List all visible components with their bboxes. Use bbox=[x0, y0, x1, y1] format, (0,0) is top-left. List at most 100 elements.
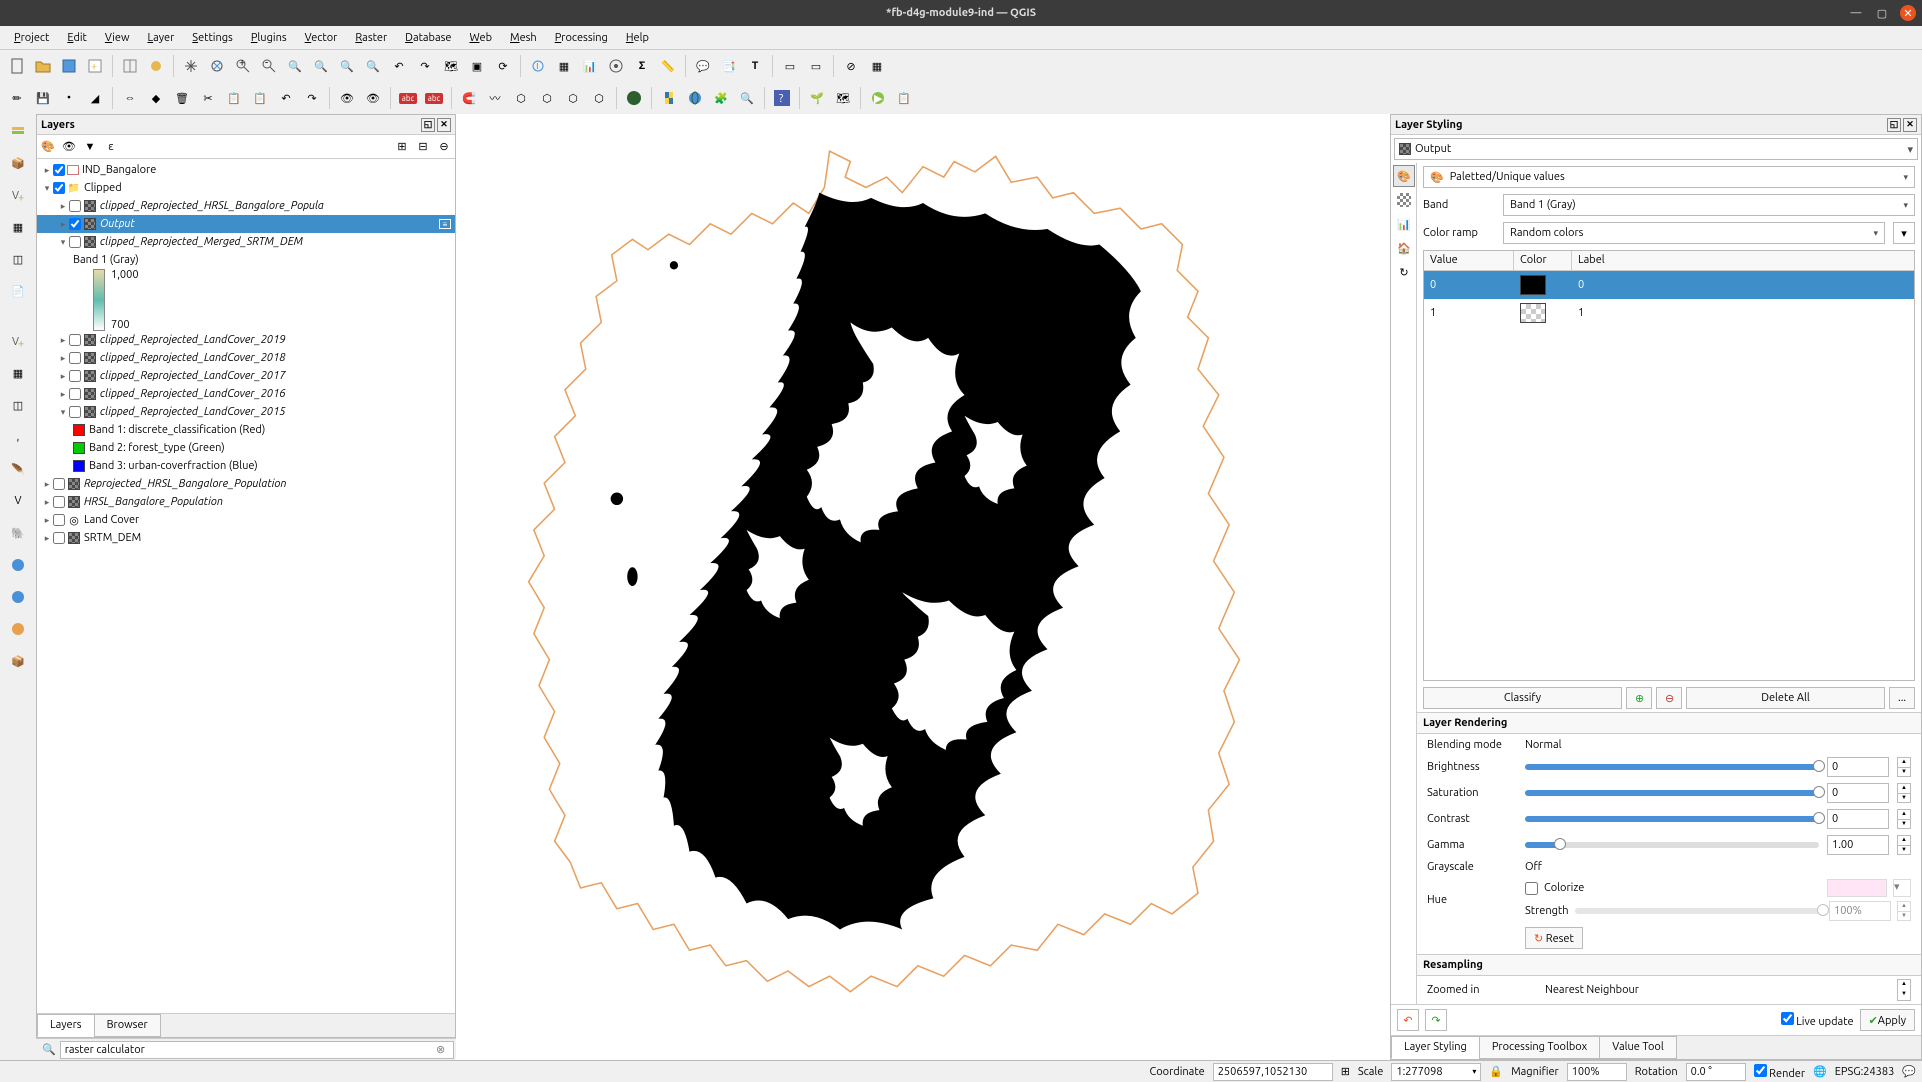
undo-style-button[interactable]: ↶ bbox=[1397, 1009, 1419, 1031]
layer-row[interactable]: ▸Output≡ bbox=[37, 215, 455, 233]
add-mesh-icon[interactable]: ◫ bbox=[5, 392, 31, 418]
tab-processing-toolbox[interactable]: Processing Toolbox bbox=[1479, 1036, 1600, 1059]
layer-row[interactable]: ▸Reprojected_HRSL_Bangalore_Population bbox=[37, 475, 455, 493]
zoom-native-icon[interactable]: 🔍 bbox=[362, 55, 384, 77]
col-value[interactable]: Value bbox=[1424, 251, 1514, 270]
osm-icon[interactable] bbox=[623, 87, 645, 109]
classify-button[interactable]: Classify bbox=[1423, 687, 1622, 709]
new-bookmark-icon[interactable]: 📑 bbox=[718, 55, 740, 77]
color-ramp-menu-button[interactable]: ▾ bbox=[1893, 222, 1915, 244]
menu-layer[interactable]: Layer bbox=[140, 29, 183, 47]
layer-checkbox[interactable] bbox=[53, 478, 65, 490]
add-postgis-icon[interactable]: 🐘 bbox=[5, 520, 31, 546]
grass-tools-icon[interactable]: 🌱 bbox=[806, 87, 828, 109]
zoomed-in-select[interactable]: Nearest Neighbour bbox=[1545, 984, 1889, 996]
add-wms-icon[interactable] bbox=[5, 552, 31, 578]
add-spatialite-icon[interactable]: 🪶 bbox=[5, 456, 31, 482]
reset-button[interactable]: ↻ Reset bbox=[1525, 927, 1583, 949]
layer-checkbox[interactable] bbox=[69, 352, 81, 364]
vertex-tool-icon[interactable]: ◆ bbox=[145, 87, 167, 109]
select-by-value-icon[interactable]: ▭ bbox=[805, 55, 827, 77]
layer-checkbox[interactable] bbox=[69, 236, 81, 248]
contrast-value[interactable]: 0 bbox=[1827, 809, 1889, 829]
expand-all-icon[interactable]: ⊞ bbox=[393, 138, 411, 156]
expander-icon[interactable]: ▾ bbox=[57, 407, 69, 418]
filter-legend-icon[interactable]: 👁 bbox=[60, 138, 78, 156]
style-preset-icon[interactable]: 🎨 bbox=[39, 138, 57, 156]
apply-button[interactable]: ✔Apply bbox=[1860, 1009, 1915, 1031]
color-swatch-transparent[interactable] bbox=[1520, 303, 1546, 323]
rotation-field[interactable]: 0.0 ° bbox=[1686, 1063, 1746, 1081]
layer-row[interactable]: ▾clipped_Reprojected_LandCover_2015 bbox=[37, 403, 455, 421]
add-delimited-icon[interactable]: , bbox=[5, 424, 31, 450]
layer-row[interactable]: ▾clipped_Reprojected_Merged_SRTM_DEM bbox=[37, 233, 455, 251]
symbology-tab-icon[interactable]: 🎨 bbox=[1393, 165, 1415, 187]
undo-icon[interactable]: ↶ bbox=[275, 87, 297, 109]
layer-checkbox[interactable] bbox=[53, 496, 65, 508]
zoom-next-icon[interactable]: ↷ bbox=[414, 55, 436, 77]
crs-icon[interactable]: 🌐 bbox=[1813, 1065, 1827, 1078]
close-panel-button[interactable]: ✕ bbox=[437, 118, 451, 132]
expression-filter-icon[interactable]: ε bbox=[102, 138, 120, 156]
menu-web[interactable]: Web bbox=[461, 29, 500, 47]
histogram-tab-icon[interactable]: 📊 bbox=[1393, 213, 1415, 235]
refresh-icon[interactable]: ⟳ bbox=[492, 55, 514, 77]
maximize-button[interactable]: ▢ bbox=[1874, 5, 1890, 21]
layer-row[interactable]: Band 1 (Gray) bbox=[37, 251, 455, 269]
menu-database[interactable]: Database bbox=[397, 29, 459, 47]
close-button[interactable]: ✕ bbox=[1900, 5, 1916, 21]
more-options-button[interactable]: ... bbox=[1889, 687, 1915, 709]
saturation-value[interactable]: 0 bbox=[1827, 783, 1889, 803]
field-calculator-icon[interactable]: 📊 bbox=[579, 55, 601, 77]
digitize-icon[interactable]: ◢ bbox=[84, 87, 106, 109]
delete-all-button[interactable]: Delete All bbox=[1686, 687, 1885, 709]
tab-value-tool[interactable]: Value Tool bbox=[1599, 1036, 1677, 1059]
band-select[interactable]: Band 1 (Gray) bbox=[1503, 194, 1915, 216]
minimize-button[interactable]: — bbox=[1848, 5, 1864, 21]
redo-icon[interactable]: ↷ bbox=[301, 87, 323, 109]
table-row[interactable]: 1 1 bbox=[1424, 299, 1914, 327]
gamma-slider[interactable] bbox=[1525, 842, 1819, 848]
layer-row[interactable]: ▸◎Land Cover bbox=[37, 511, 455, 529]
map-canvas[interactable] bbox=[456, 114, 1390, 1060]
coordinate-field[interactable]: 2506597,1052130 bbox=[1213, 1063, 1333, 1081]
measure-icon[interactable]: 📏 bbox=[657, 55, 679, 77]
col-label[interactable]: Label bbox=[1572, 251, 1914, 270]
layer-row[interactable]: ▸clipped_Reprojected_LandCover_2019 bbox=[37, 331, 455, 349]
zoom-out-icon[interactable]: - bbox=[258, 55, 280, 77]
select-icon[interactable]: ▭ bbox=[779, 55, 801, 77]
color-swatch-black[interactable] bbox=[1520, 275, 1546, 295]
copy-icon[interactable]: 📋 bbox=[223, 87, 245, 109]
renderer-select[interactable]: 🎨 Paletted/Unique values bbox=[1423, 166, 1915, 188]
rendering-tab-icon[interactable]: 🏠 bbox=[1393, 237, 1415, 259]
pan-to-selection-icon[interactable] bbox=[206, 55, 228, 77]
scale-field[interactable]: 1:277098▾ bbox=[1391, 1063, 1481, 1081]
expander-icon[interactable]: ▸ bbox=[57, 201, 69, 212]
add-feature-icon[interactable]: • bbox=[58, 87, 80, 109]
history-tab-icon[interactable]: ↻ bbox=[1393, 261, 1415, 283]
menu-settings[interactable]: Settings bbox=[184, 29, 241, 47]
layer-row[interactable]: ▸clipped_Reprojected_LandCover_2017 bbox=[37, 367, 455, 385]
new-delimited-icon[interactable]: 📄 bbox=[5, 278, 31, 304]
expander-icon[interactable]: ▸ bbox=[41, 165, 53, 176]
python-console-icon[interactable] bbox=[658, 87, 680, 109]
saturation-slider[interactable] bbox=[1525, 790, 1819, 796]
zoom-in-icon[interactable]: + bbox=[232, 55, 254, 77]
topo-check-icon[interactable]: ⬡ bbox=[536, 87, 558, 109]
new-project-icon[interactable] bbox=[6, 55, 28, 77]
select-all-icon[interactable]: ▦ bbox=[866, 55, 888, 77]
tab-layer-styling[interactable]: Layer Styling bbox=[1391, 1036, 1480, 1059]
close-styling-button[interactable]: ✕ bbox=[1903, 118, 1917, 132]
toolbox-icon[interactable] bbox=[605, 55, 627, 77]
zoom-layer-icon[interactable]: 🔍 bbox=[336, 55, 358, 77]
expander-icon[interactable]: ▸ bbox=[57, 389, 69, 400]
expander-icon[interactable]: ▸ bbox=[57, 219, 69, 230]
layer-checkbox[interactable] bbox=[69, 334, 81, 346]
undock-styling-button[interactable]: ◱ bbox=[1887, 118, 1901, 132]
layer-checkbox[interactable] bbox=[53, 514, 65, 526]
colorize-menu[interactable]: ▾ bbox=[1893, 879, 1911, 897]
new-print-layout-icon[interactable]: + bbox=[84, 55, 106, 77]
layer-row[interactable]: Band 2: forest_type (Green) bbox=[37, 439, 455, 457]
grayscale-select[interactable]: Off bbox=[1525, 861, 1911, 873]
extent-icon[interactable]: ⊞ bbox=[1341, 1065, 1350, 1078]
